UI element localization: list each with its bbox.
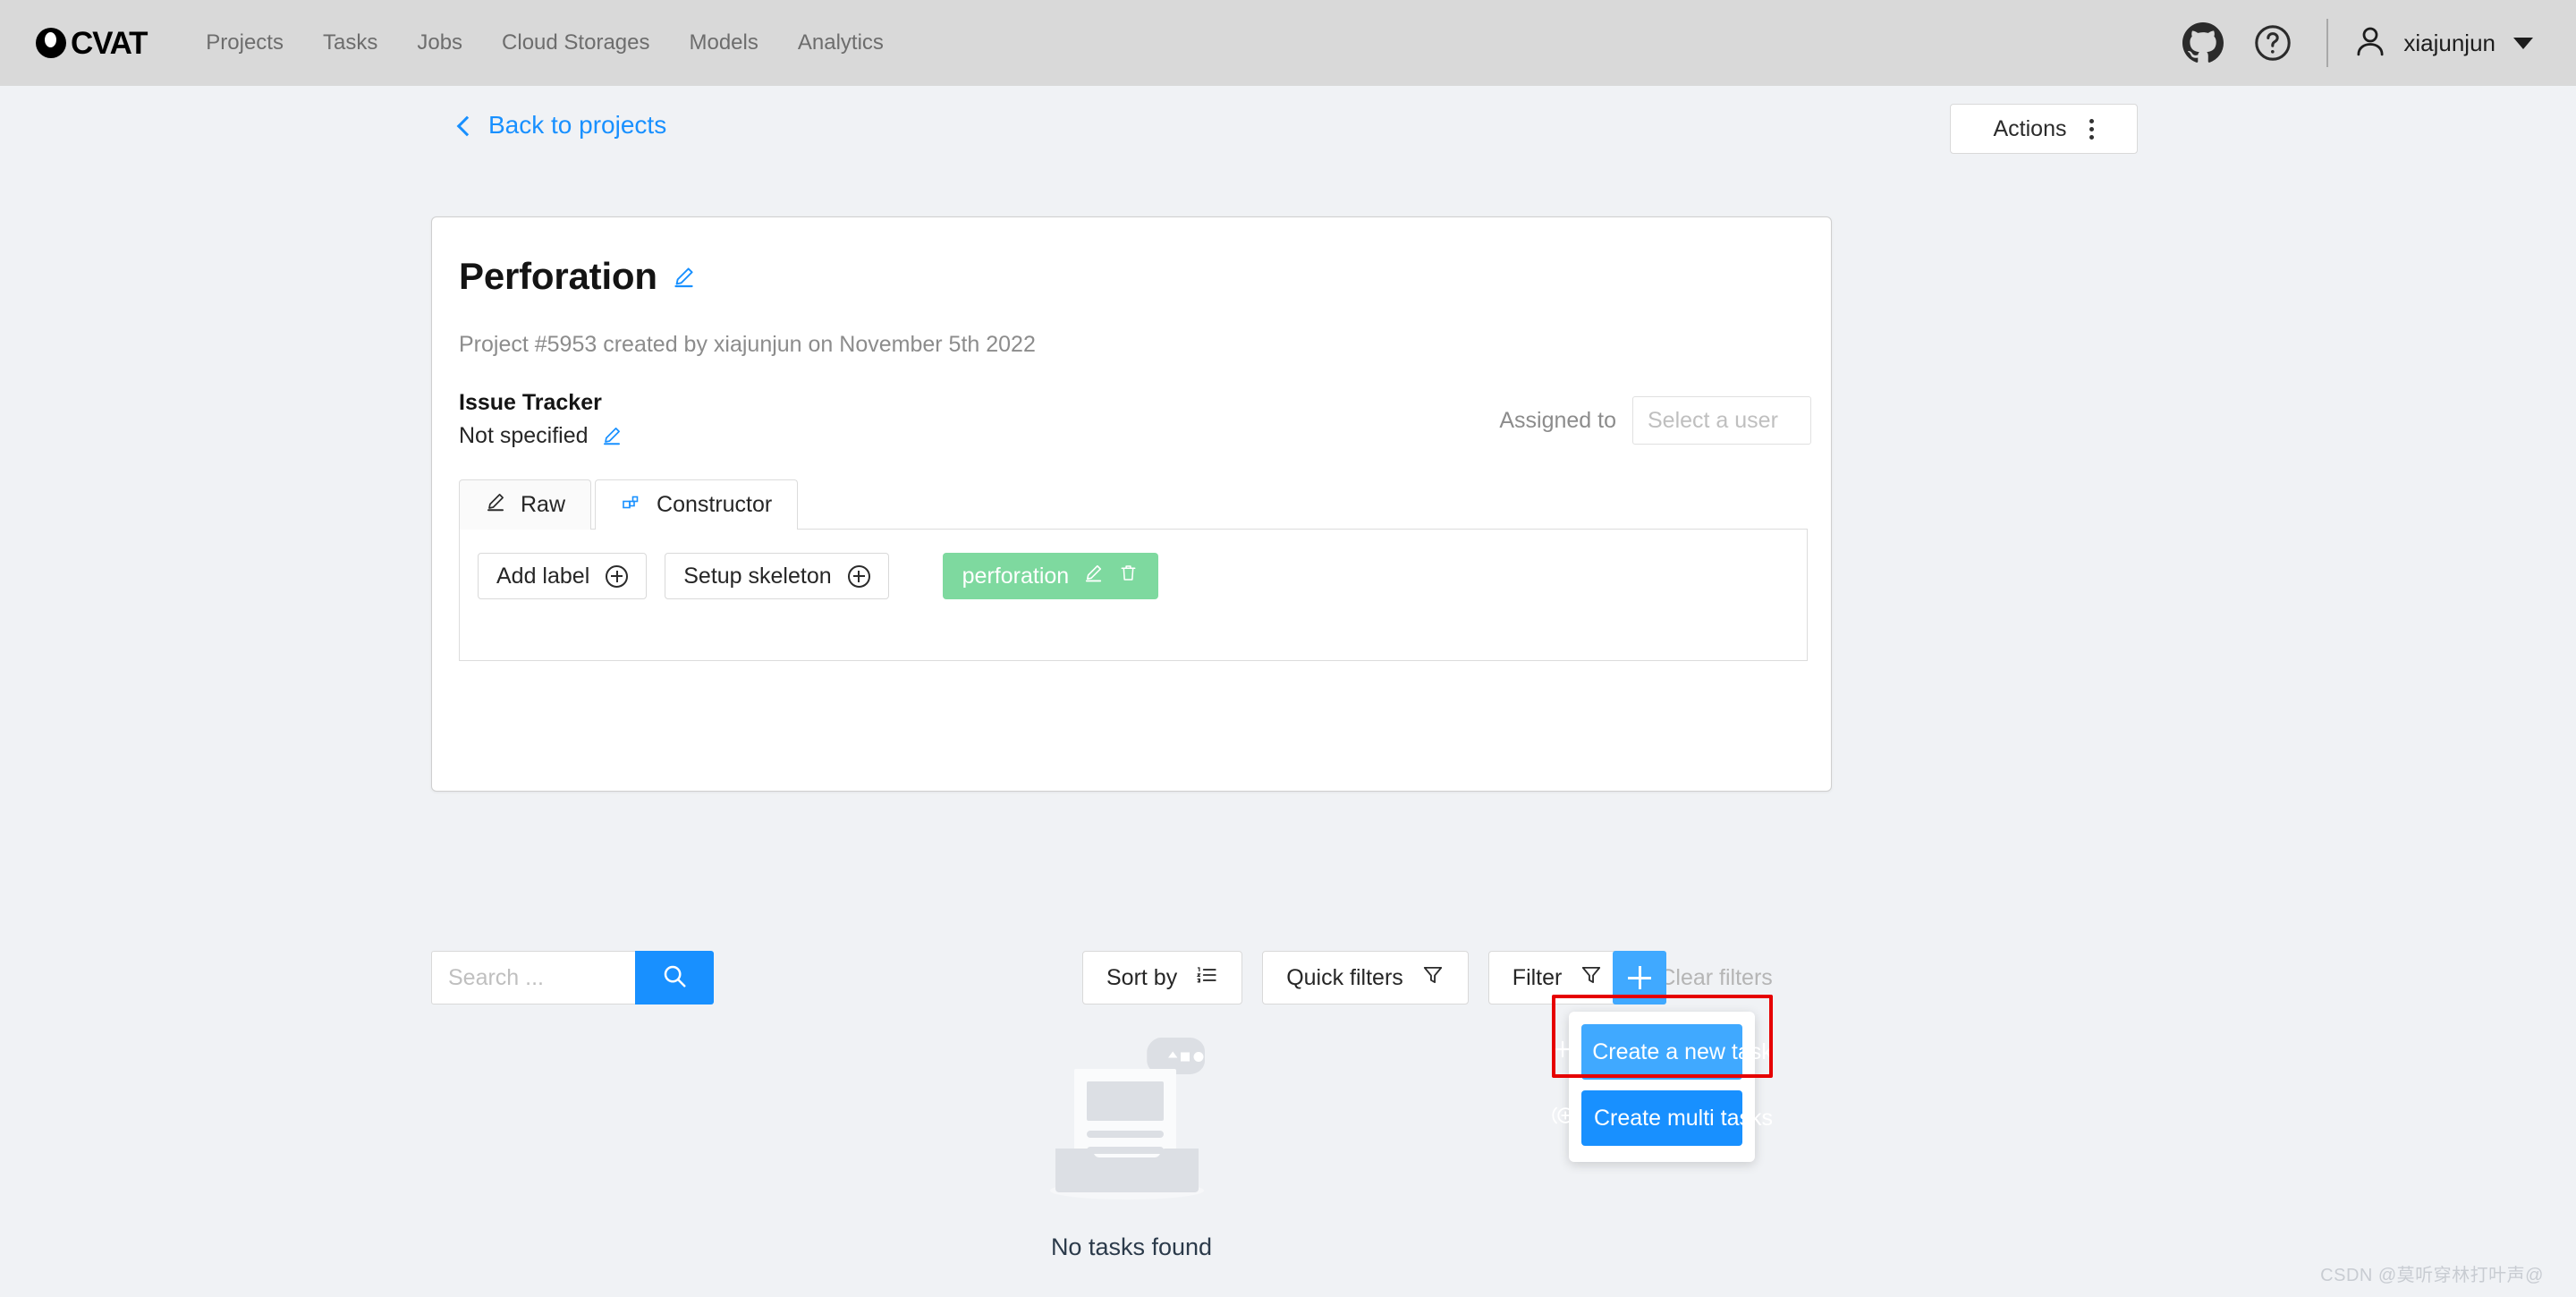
assignee-label: Assigned to — [1499, 407, 1616, 433]
labels-editor: Raw Constructor Add label Setup skeleton… — [459, 479, 1808, 661]
setup-skeleton-button[interactable]: Setup skeleton — [665, 553, 889, 599]
filters-group: Sort by Quick filters Filter Clear filte… — [1082, 951, 1773, 1005]
search-group — [431, 951, 714, 1005]
filter-icon — [1421, 963, 1445, 993]
caret-down-icon[interactable] — [2513, 37, 2533, 49]
labels-constructor-panel: Add label Setup skeleton perforation — [459, 529, 1808, 661]
filter-label: Filter — [1512, 964, 1563, 990]
sort-by-label: Sort by — [1106, 964, 1178, 990]
ordered-list-icon — [1195, 963, 1218, 993]
empty-inbox-icon — [1038, 1030, 1225, 1208]
page-title: Perforation — [459, 255, 657, 297]
header-divider — [2326, 19, 2329, 67]
labels-editor-tabs: Raw Constructor — [459, 479, 1808, 530]
back-to-projects-label: Back to projects — [488, 111, 667, 139]
user-menu[interactable]: xiajunjun — [2351, 22, 2537, 64]
tab-raw-label: Raw — [521, 492, 566, 517]
trash-icon[interactable] — [1118, 563, 1139, 589]
filter-icon — [1580, 963, 1603, 993]
plus-circle-icon — [847, 564, 870, 588]
create-task-fab[interactable] — [1613, 951, 1666, 1005]
brand-text: CVAT — [71, 25, 148, 61]
clear-filters-button[interactable]: Clear filters — [1659, 965, 1772, 991]
pencil-icon — [485, 491, 506, 519]
assignee-field-group: Assigned to — [1499, 396, 1811, 445]
add-label-text: Add label — [496, 563, 590, 589]
tab-raw[interactable]: Raw — [459, 479, 592, 530]
top-navigation-bar: CVAT Projects Tasks Jobs Cloud Storages … — [0, 0, 2576, 86]
watermark: CSDN @莫听穿林打叶声@ — [2320, 1266, 2544, 1285]
pencil-icon[interactable] — [1083, 563, 1104, 589]
chevron-left-icon — [456, 115, 478, 136]
project-meta-row: Project #5953 created by xiajunjun on No… — [432, 298, 1831, 358]
search-icon — [661, 962, 688, 994]
assignee-select-input[interactable] — [1632, 396, 1811, 445]
pencil-icon[interactable] — [672, 265, 695, 288]
empty-state-text: No tasks found — [1050, 1233, 1213, 1260]
project-page: Back to projects Actions Perforation Pro… — [0, 86, 2576, 1297]
page-subheader: Back to projects Actions — [0, 86, 2576, 168]
back-to-projects-link[interactable]: Back to projects — [456, 111, 667, 140]
tab-constructor[interactable]: Constructor — [595, 479, 799, 530]
pencil-icon[interactable] — [601, 425, 624, 448]
nav-item-models[interactable]: Models — [669, 30, 777, 55]
user-name: xiajunjun — [2403, 29, 2496, 56]
tasks-toolbar: Sort by Quick filters Filter — [431, 951, 1832, 1162]
add-label-button[interactable]: Add label — [478, 553, 648, 599]
search-button[interactable] — [635, 951, 714, 1005]
project-meta: Project #5953 created by xiajunjun on No… — [459, 332, 1036, 357]
sort-by-button[interactable]: Sort by — [1082, 951, 1243, 1005]
empty-state: No tasks found — [431, 1030, 1832, 1261]
quick-filters-label: Quick filters — [1286, 964, 1403, 990]
tab-constructor-label: Constructor — [657, 492, 773, 517]
label-chip-name: perforation — [962, 563, 1070, 589]
cvat-logo[interactable]: CVAT — [36, 25, 148, 61]
plus-circle-icon — [606, 564, 629, 588]
search-input[interactable] — [431, 951, 635, 1005]
cvat-logo-icon — [36, 28, 66, 58]
filter-button[interactable]: Filter — [1487, 951, 1628, 1005]
more-vertical-icon — [2089, 118, 2095, 140]
project-title-row: Perforation — [432, 217, 1831, 298]
user-icon — [2351, 22, 2389, 64]
top-bar-right: xiajunjun — [2160, 16, 2537, 70]
actions-label: Actions — [1993, 115, 2067, 141]
project-details-card: Perforation Project #5953 created by xia… — [431, 216, 1832, 792]
label-chip-perforation[interactable]: perforation — [942, 553, 1159, 599]
question-circle-icon[interactable] — [2246, 16, 2300, 70]
nav-item-cloud-storages[interactable]: Cloud Storages — [482, 30, 669, 55]
nav-item-projects[interactable]: Projects — [186, 30, 303, 55]
nav-item-jobs[interactable]: Jobs — [397, 30, 482, 55]
nav-item-tasks[interactable]: Tasks — [303, 30, 397, 55]
setup-skeleton-text: Setup skeleton — [683, 563, 832, 589]
quick-filters-button[interactable]: Quick filters — [1262, 951, 1469, 1005]
actions-button[interactable]: Actions — [1950, 104, 2138, 154]
issue-tracker-value: Not specified — [459, 423, 589, 448]
constructor-icon — [621, 491, 642, 519]
main-nav: Projects Tasks Jobs Cloud Storages Model… — [186, 30, 903, 55]
nav-item-analytics[interactable]: Analytics — [778, 30, 903, 55]
github-icon[interactable] — [2176, 16, 2230, 70]
